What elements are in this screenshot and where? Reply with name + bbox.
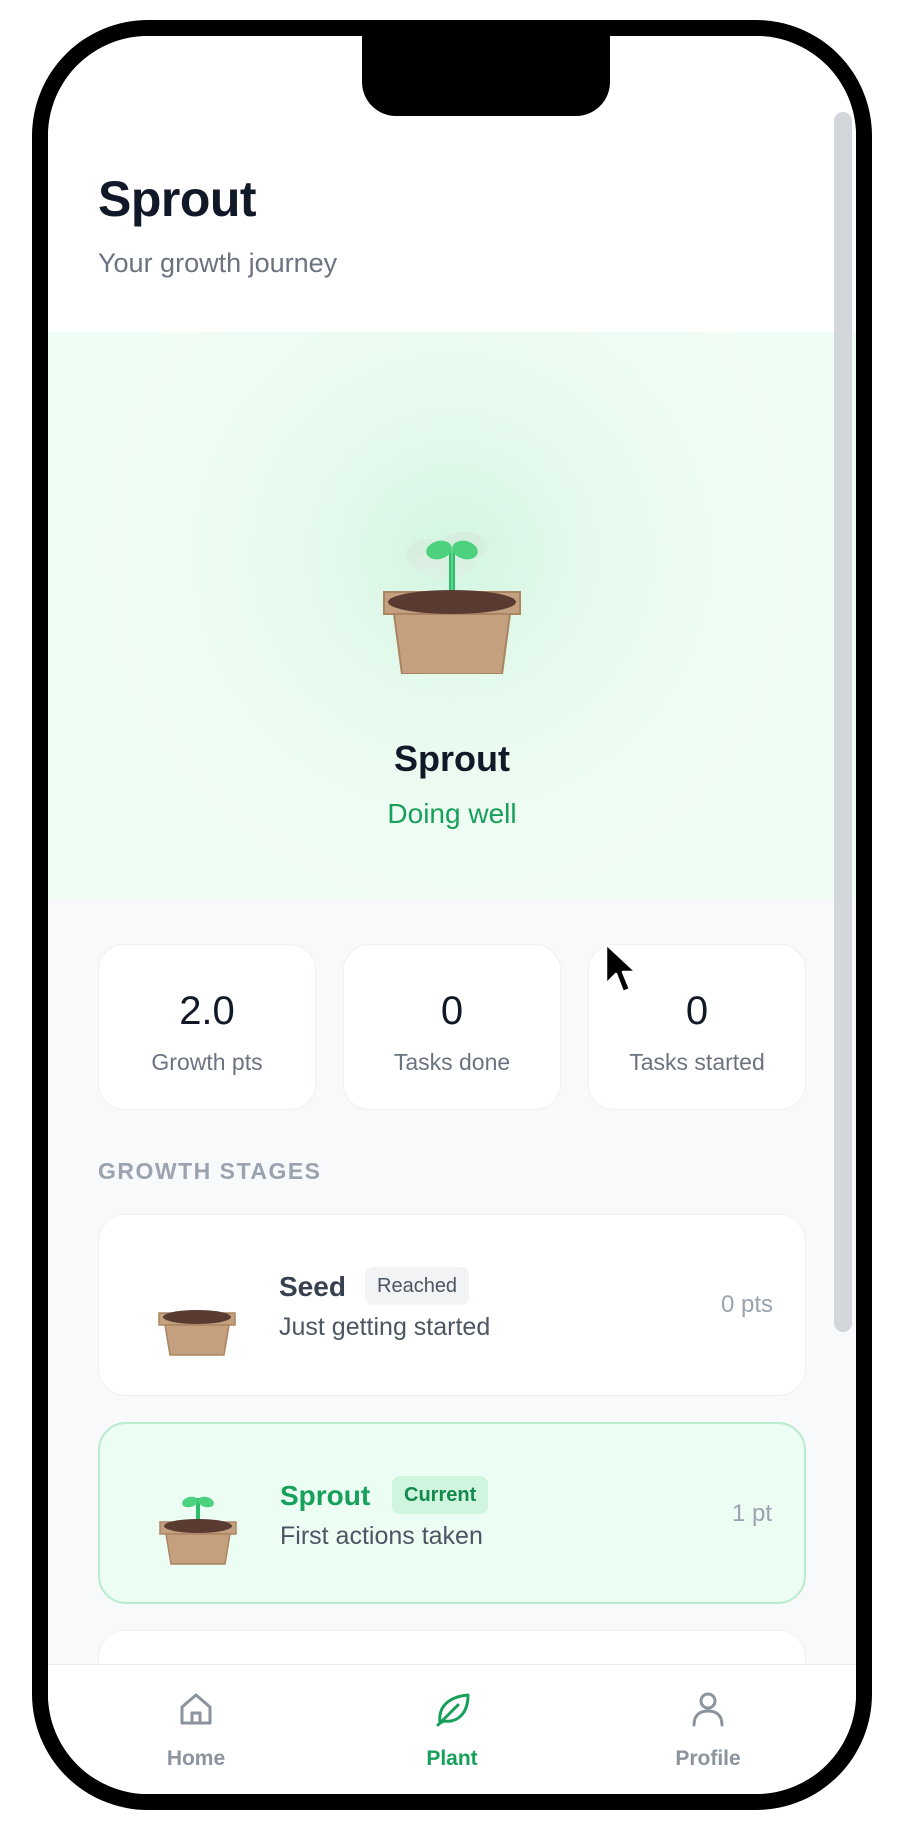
stage-description: First actions taken [280,1522,483,1550]
stage-points: 1 pt [731,1500,772,1527]
user-icon [692,1692,724,1727]
seed-pot-icon [158,1310,236,1356]
page-subtitle: Your growth journey [98,248,338,278]
phone-frame: Sprout Your growth journey Sprout Doing … [32,20,872,1810]
nav-item-home[interactable]: Home [96,1665,296,1794]
stat-card-tasks-done: 0 Tasks done [343,944,561,1110]
nav-item-profile[interactable]: Profile [608,1665,808,1794]
stage-badge-current: Current [392,1476,489,1514]
bottom-nav: Home Plant Profile [48,1664,856,1794]
nav-label: Profile [675,1747,741,1770]
nav-item-plant[interactable]: Plant [352,1665,552,1794]
stat-value: 0 [440,989,464,1033]
page-title: Sprout [98,171,257,227]
stage-card-seed[interactable]: Seed Reached Just getting started 0 pts [98,1214,806,1396]
potted-sprout-illustration [383,532,521,674]
stat-label: Growth pts [151,1049,263,1075]
plant-hero: Sprout Doing well [48,332,856,898]
stat-card-growth-pts: 2.0 Growth pts [98,944,316,1110]
nav-label: Plant [426,1747,478,1770]
app-screen: Sprout Your growth journey Sprout Doing … [48,36,856,1794]
plant-status: Doing well [387,798,517,829]
stage-points: 0 pts [720,1291,773,1318]
stage-name: Seed [279,1271,346,1302]
stat-label: Tasks done [393,1049,511,1075]
nav-label: Home [166,1747,226,1770]
home-icon [180,1693,212,1725]
plant-name: Sprout [394,738,510,779]
sprout-pot-icon [159,1496,237,1565]
phone-notch [362,36,610,116]
stat-label: Tasks started [629,1049,765,1075]
stat-value: 2.0 [179,989,235,1033]
section-label-growth-stages: GROWTH STAGES [98,1158,322,1184]
stage-card-sprout[interactable]: Sprout Current First actions taken 1 pt [98,1422,806,1604]
leaf-icon [436,1693,470,1727]
mouse-cursor [604,942,638,994]
stage-badge-reached: Reached [365,1267,470,1305]
scrollbar[interactable] [834,112,852,1332]
stage-name: Sprout [280,1480,371,1511]
stage-description: Just getting started [279,1313,491,1341]
